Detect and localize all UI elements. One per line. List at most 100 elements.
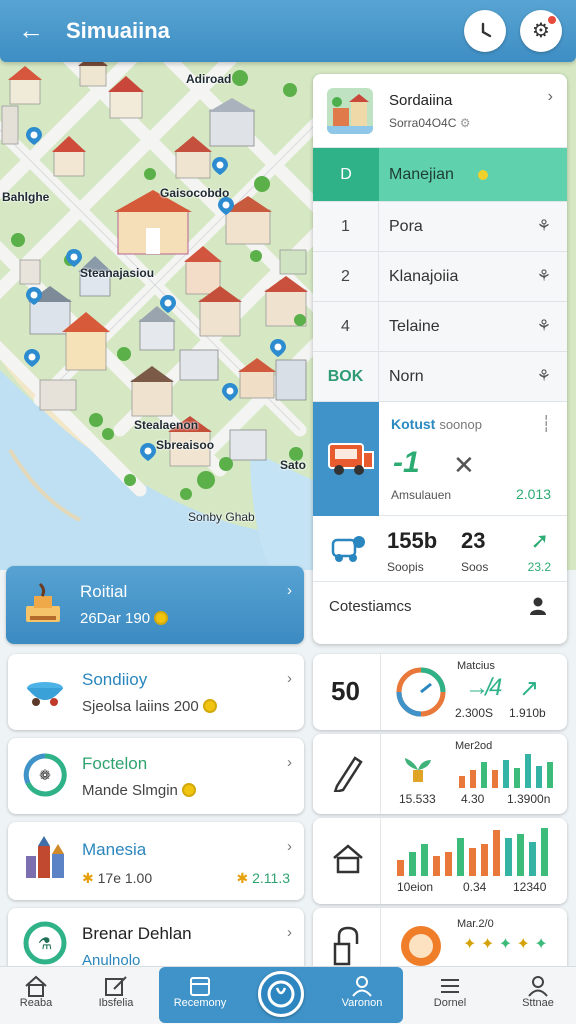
location-card[interactable]: ❁ Foctelon Mande Slmgin ›: [8, 738, 304, 814]
home-icon: [25, 975, 47, 997]
card-subtitle: Sjeolsa laiins 200: [82, 698, 217, 715]
card-subtitle: 26Dar 190: [80, 610, 169, 627]
chevron-right-icon[interactable]: ›: [287, 582, 292, 599]
nav-item-calendar[interactable]: Recemony: [164, 967, 236, 1024]
bar-chart: [459, 754, 553, 788]
location-thumbnail: [327, 88, 373, 134]
row-key: D: [313, 148, 379, 201]
map-pin-icon[interactable]: [220, 382, 240, 402]
chevron-right-icon[interactable]: ›: [548, 88, 553, 106]
active-location-card[interactable]: Roitial 26Dar 190 ›: [6, 566, 304, 644]
stat-label: Mar.2/0: [457, 918, 494, 930]
chevron-right-icon[interactable]: ›: [287, 924, 292, 941]
footer-label: Cotestiamcs: [329, 598, 412, 615]
stat-card[interactable]: 50 Matcius ↛4 ↗ 2.300S 1.910b: [313, 654, 567, 730]
nav-item-person[interactable]: Varonon: [326, 967, 398, 1024]
stats-row: 155b Soopis 23 Soos ➚ 23.2: [313, 516, 567, 582]
settings-button[interactable]: ⚙: [520, 10, 562, 52]
trend-up-icon: ➚: [530, 528, 549, 553]
map-label: Adiroad: [186, 72, 232, 86]
vehicle-card[interactable]: Kotust soonop ┆ -1 ✕ Amsulauen 2.013: [313, 402, 567, 516]
map-label: Sbreaisoo: [156, 438, 215, 452]
map-pin-icon[interactable]: [24, 126, 44, 146]
stat-caption: 0.34: [463, 880, 487, 894]
gear-icon: ⚙: [532, 20, 550, 42]
menu-icon: [441, 979, 459, 993]
map-label: Steanajasiou: [80, 266, 155, 280]
nav-item-home[interactable]: Reaba: [0, 967, 72, 1024]
row-value: Pora: [389, 218, 423, 235]
nav-item-profile[interactable]: Sttnae: [502, 967, 574, 1024]
vehicle-number: 2.013: [515, 486, 551, 502]
svg-text:⚗: ⚗: [38, 936, 52, 953]
close-icon[interactable]: ✕: [453, 450, 475, 481]
map-label: Stealaenon: [134, 418, 199, 432]
location-card[interactable]: Manesia ✱ 17e 1.00 ✱ 2.11.3 ›: [8, 822, 304, 900]
row-value: Manejian: [389, 148, 488, 202]
coin-icon: [154, 611, 169, 625]
location-card[interactable]: Sondiioy Sjeolsa laiins 200 ›: [8, 654, 304, 730]
card-title: Roitial: [80, 582, 128, 601]
coin-icon: [181, 783, 196, 797]
row-key: 1: [313, 202, 379, 251]
card-subtitle: Mande Slmgin: [82, 782, 196, 799]
map-pin-icon[interactable]: [24, 286, 44, 306]
back-button[interactable]: ←: [14, 14, 48, 48]
map-pin-icon[interactable]: [64, 248, 84, 268]
status-dot-icon: [477, 169, 488, 180]
panel-row[interactable]: 2 Klanajoiia ⚘: [313, 252, 567, 302]
panel-row[interactable]: 4 Telaine ⚘: [313, 302, 567, 352]
map-pin-icon[interactable]: [158, 294, 178, 314]
map-label: Sonby Ghab: [188, 510, 255, 524]
stat-card[interactable]: 10eion 0.34 12340: [313, 818, 567, 904]
vehicle-icon: [331, 536, 365, 562]
stat-card[interactable]: Mer2od 15.533 4.30 1.3900n: [313, 734, 567, 814]
gauge-icon: ⚗: [23, 921, 67, 965]
panel-row[interactable]: BOK Norn ⚘: [313, 352, 567, 402]
stat-big-number: 50: [331, 676, 360, 706]
arrow-left-icon: ←: [18, 15, 44, 45]
stat-caption: 2.300S: [455, 706, 494, 720]
card-title: Sondiioy: [82, 670, 148, 689]
bar-chart: [397, 828, 548, 876]
nav-item-edit[interactable]: Ibsfelia: [80, 967, 152, 1024]
clock-icon: [481, 22, 492, 38]
stat-card[interactable]: Mar.2/0 ✦ ✦ ✦ ✦ ✦: [313, 908, 567, 970]
pin-icon[interactable]: ┆: [541, 414, 551, 434]
stat-caption: 1.910b: [509, 706, 546, 720]
nav-label: Sttnae: [522, 997, 554, 1009]
worker-icon[interactable]: ⚘: [537, 202, 551, 252]
panel-title: Sordaiina: [389, 92, 453, 109]
map-pin-icon[interactable]: [138, 442, 158, 462]
side-panel: Sordaiina Sorra04O4C ⚙ › D Manejian 1 Po…: [313, 74, 567, 644]
building-icon: [26, 582, 60, 622]
map-pin-icon[interactable]: [210, 156, 230, 176]
card-title: Manesia: [82, 840, 147, 859]
stat-caption: 1.3900n: [507, 792, 551, 806]
panel-footer[interactable]: Cotestiamcs: [313, 582, 567, 632]
map-pin-icon[interactable]: [216, 196, 236, 216]
notification-dot: [548, 16, 556, 24]
worker-icon[interactable]: ⚘: [537, 352, 551, 402]
panel-row[interactable]: 1 Pora ⚘: [313, 202, 567, 252]
card-subtitle: ✱ 17e 1.00: [82, 870, 153, 886]
worker-icon[interactable]: ⚘: [537, 302, 551, 352]
nav-center-button[interactable]: [258, 971, 304, 1017]
clock-button[interactable]: [464, 10, 506, 52]
map-label: Sato: [280, 458, 307, 472]
card-extra: ✱ 2.11.3: [236, 870, 290, 886]
panel-header[interactable]: Sordaiina Sorra04O4C ⚙ ›: [313, 74, 567, 148]
chevron-right-icon[interactable]: ›: [287, 838, 292, 855]
map-pin-icon[interactable]: [22, 348, 42, 368]
trend-icon: ↛4: [465, 674, 503, 701]
nav-item-menu[interactable]: Dornel: [414, 967, 486, 1024]
lock-icon: [333, 926, 359, 966]
stat-caption: Soopis: [387, 560, 424, 574]
chevron-right-icon[interactable]: ›: [287, 754, 292, 771]
user-icon[interactable]: [529, 596, 547, 616]
location-card[interactable]: ⚗ Brenar Dehlan Anulnolo ›: [8, 908, 304, 970]
panel-row[interactable]: D Manejian: [313, 148, 567, 202]
worker-icon[interactable]: ⚘: [537, 252, 551, 302]
chevron-right-icon[interactable]: ›: [287, 670, 292, 687]
map-pin-icon[interactable]: [268, 338, 288, 358]
